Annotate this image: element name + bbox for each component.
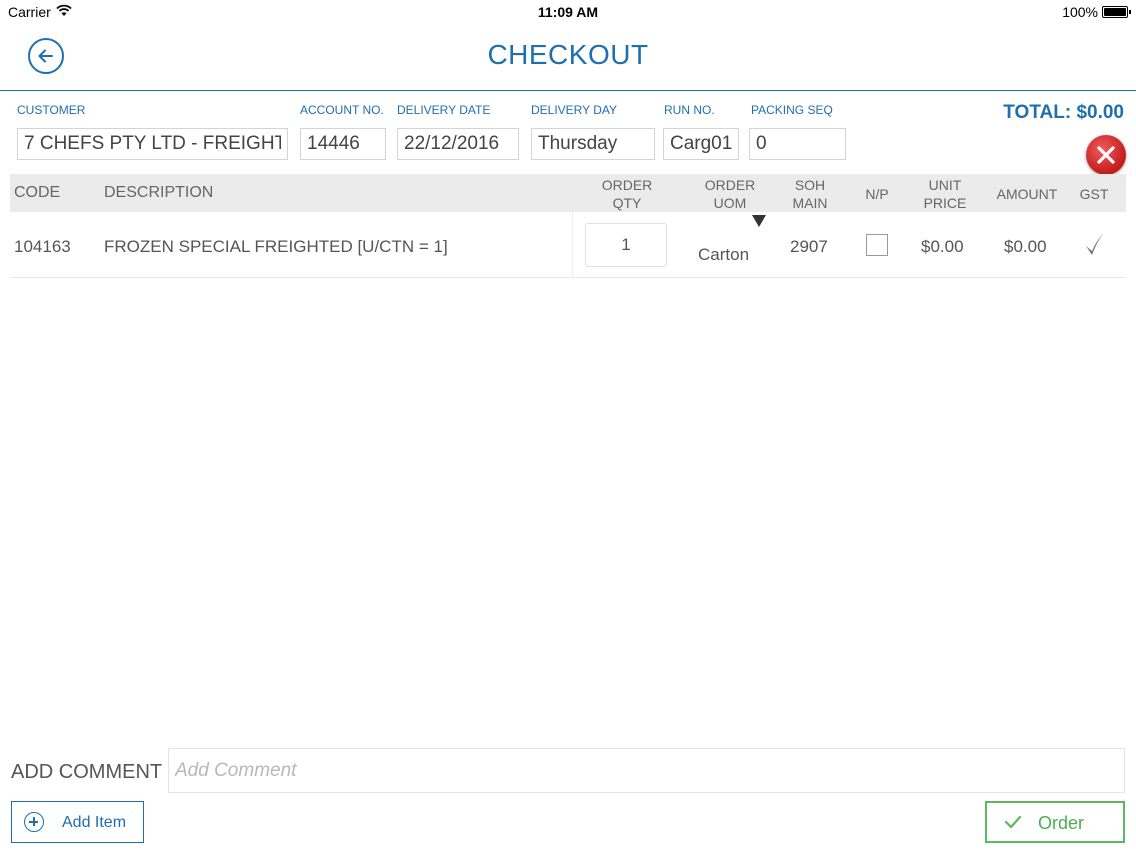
col-gst: GST [1079, 186, 1109, 202]
status-time: 11:09 AM [537, 4, 599, 20]
dropdown-triangle-icon[interactable] [752, 215, 766, 227]
order-qty-input[interactable] [585, 223, 667, 267]
packing-seq-label: PACKING SEQ [751, 103, 833, 117]
page-title: CHECKOUT [487, 39, 649, 70]
comment-input[interactable] [168, 748, 1125, 793]
col-amount: AMOUNT [996, 186, 1058, 202]
customer-field[interactable] [17, 128, 288, 160]
order-uom-value[interactable]: Carton [698, 245, 749, 265]
row-code: 104163 [14, 237, 71, 256]
close-icon [1097, 146, 1115, 164]
account-no-field[interactable] [300, 128, 386, 160]
order-label: Order [1038, 813, 1085, 833]
delete-button[interactable] [1086, 135, 1126, 175]
delivery-day-field[interactable] [531, 128, 655, 160]
row-divider [572, 212, 573, 278]
soh-main-value: 2907 [790, 237, 828, 256]
col-description: DESCRIPTION [104, 184, 214, 201]
amount-value: $0.00 [1004, 237, 1047, 256]
status-bar: Carrier 11:09 AM 100% [0, 0, 1136, 24]
add-item-button[interactable]: Add Item [11, 801, 144, 843]
col-code: CODE [14, 184, 61, 201]
add-item-label: Add Item [62, 814, 127, 831]
np-checkbox[interactable] [866, 234, 888, 256]
delivery-day-label: DELIVERY DAY [531, 103, 618, 117]
packing-seq-field[interactable] [749, 128, 846, 160]
delivery-date-field[interactable] [397, 128, 519, 160]
battery-percent: 100% [1062, 4, 1098, 20]
unit-price-value: $0.00 [921, 237, 964, 256]
table-row[interactable]: 104163 FROZEN SPECIAL FREIGHTED [U/CTN =… [10, 212, 1126, 278]
run-no-label: RUN NO. [664, 103, 715, 117]
battery-icon [1102, 6, 1131, 18]
col-order-qty: ORDER QTY [601, 177, 653, 211]
plus-circle-icon [24, 812, 44, 832]
customer-label: CUSTOMER [17, 103, 86, 117]
col-unit-price: UNIT PRICE [923, 177, 967, 211]
run-no-field[interactable] [663, 128, 739, 160]
table-header: CODE DESCRIPTION ORDER QTY ORDER UOM SOH MA… [10, 174, 1126, 212]
delivery-date-label: DELIVERY DATE [397, 103, 491, 117]
checkmark-icon [1086, 233, 1104, 255]
col-np: N/P [865, 186, 889, 202]
account-no-label: ACCOUNT NO. [300, 103, 384, 117]
nav-bar: CHECKOUT [0, 24, 1136, 91]
row-description: FROZEN SPECIAL FREIGHTED [U/CTN = 1] [104, 237, 448, 256]
order-button[interactable]: Order [985, 801, 1125, 843]
add-comment-label: ADD COMMENT [11, 761, 163, 783]
col-order-uom: ORDER UOM [704, 177, 756, 211]
col-soh-main: SOH MAIN [792, 177, 828, 211]
check-icon [1004, 815, 1022, 829]
order-total: TOTAL: $0.00 [1003, 102, 1124, 123]
